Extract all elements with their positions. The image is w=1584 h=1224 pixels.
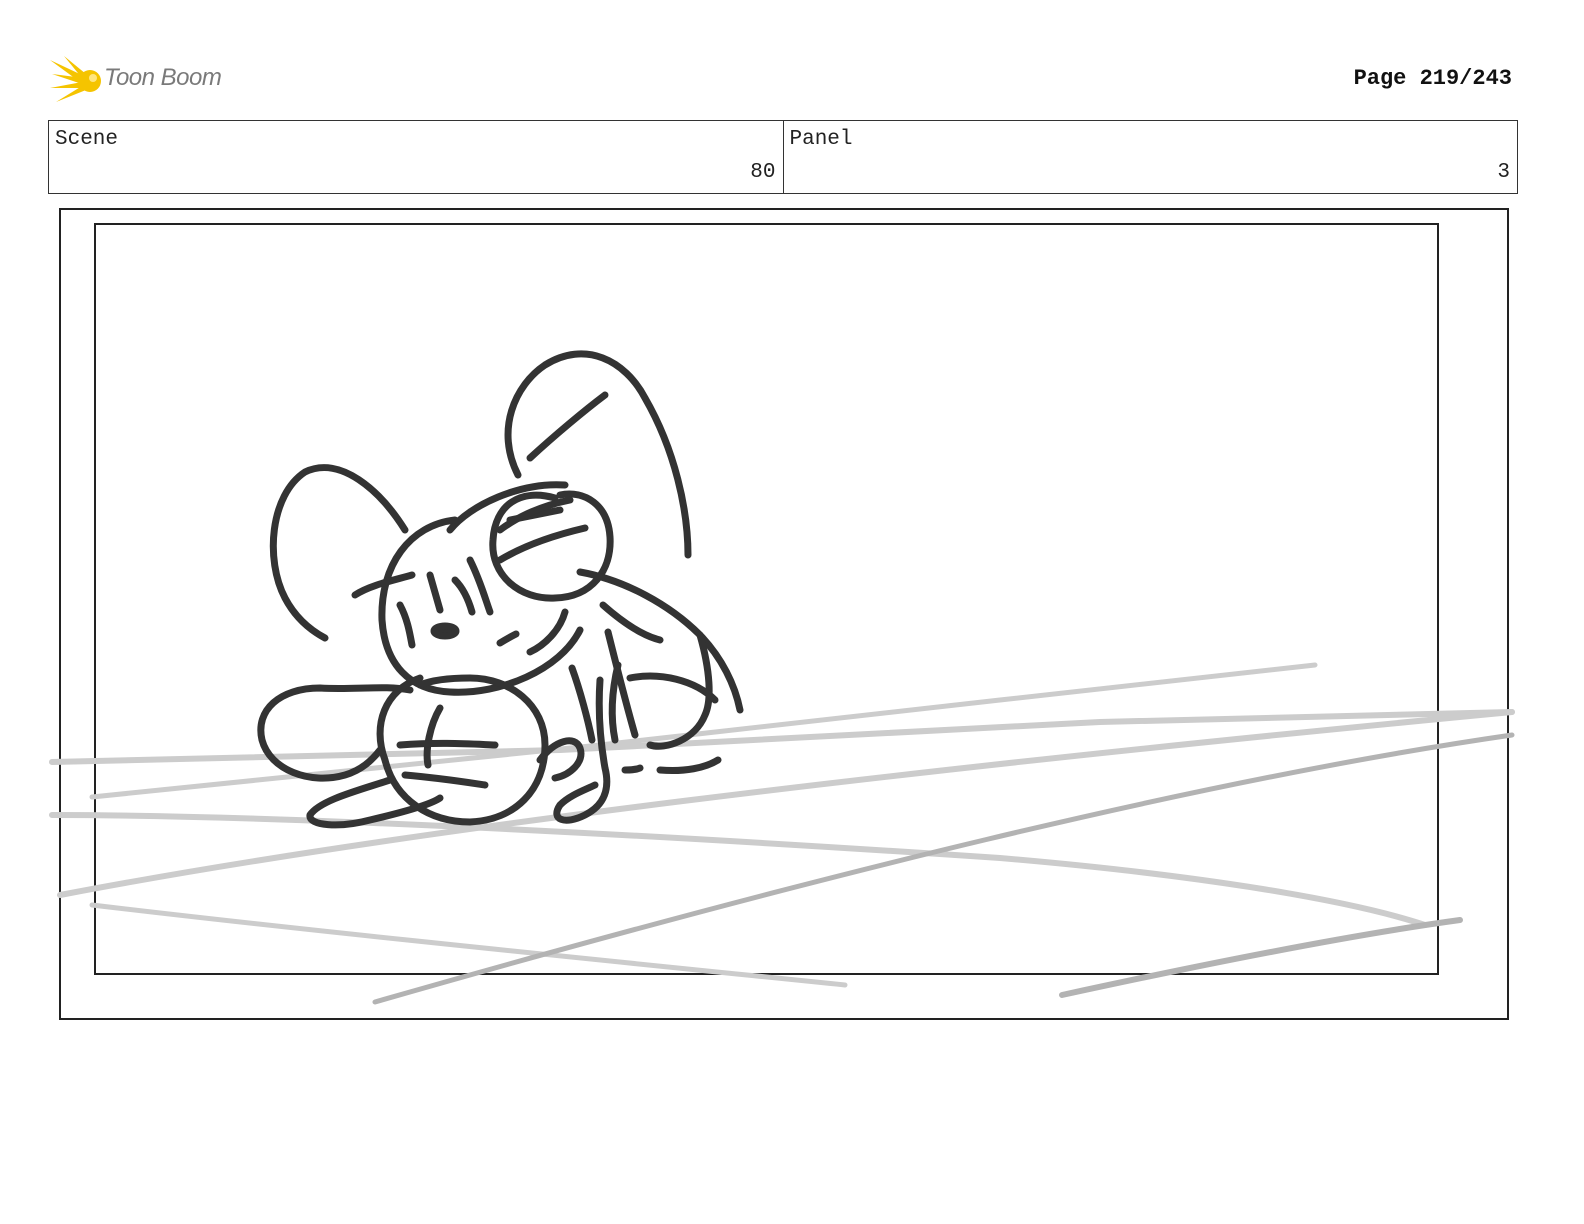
- storyboard-sketch: [49, 350, 1515, 1005]
- floor-lines: [49, 662, 1515, 1005]
